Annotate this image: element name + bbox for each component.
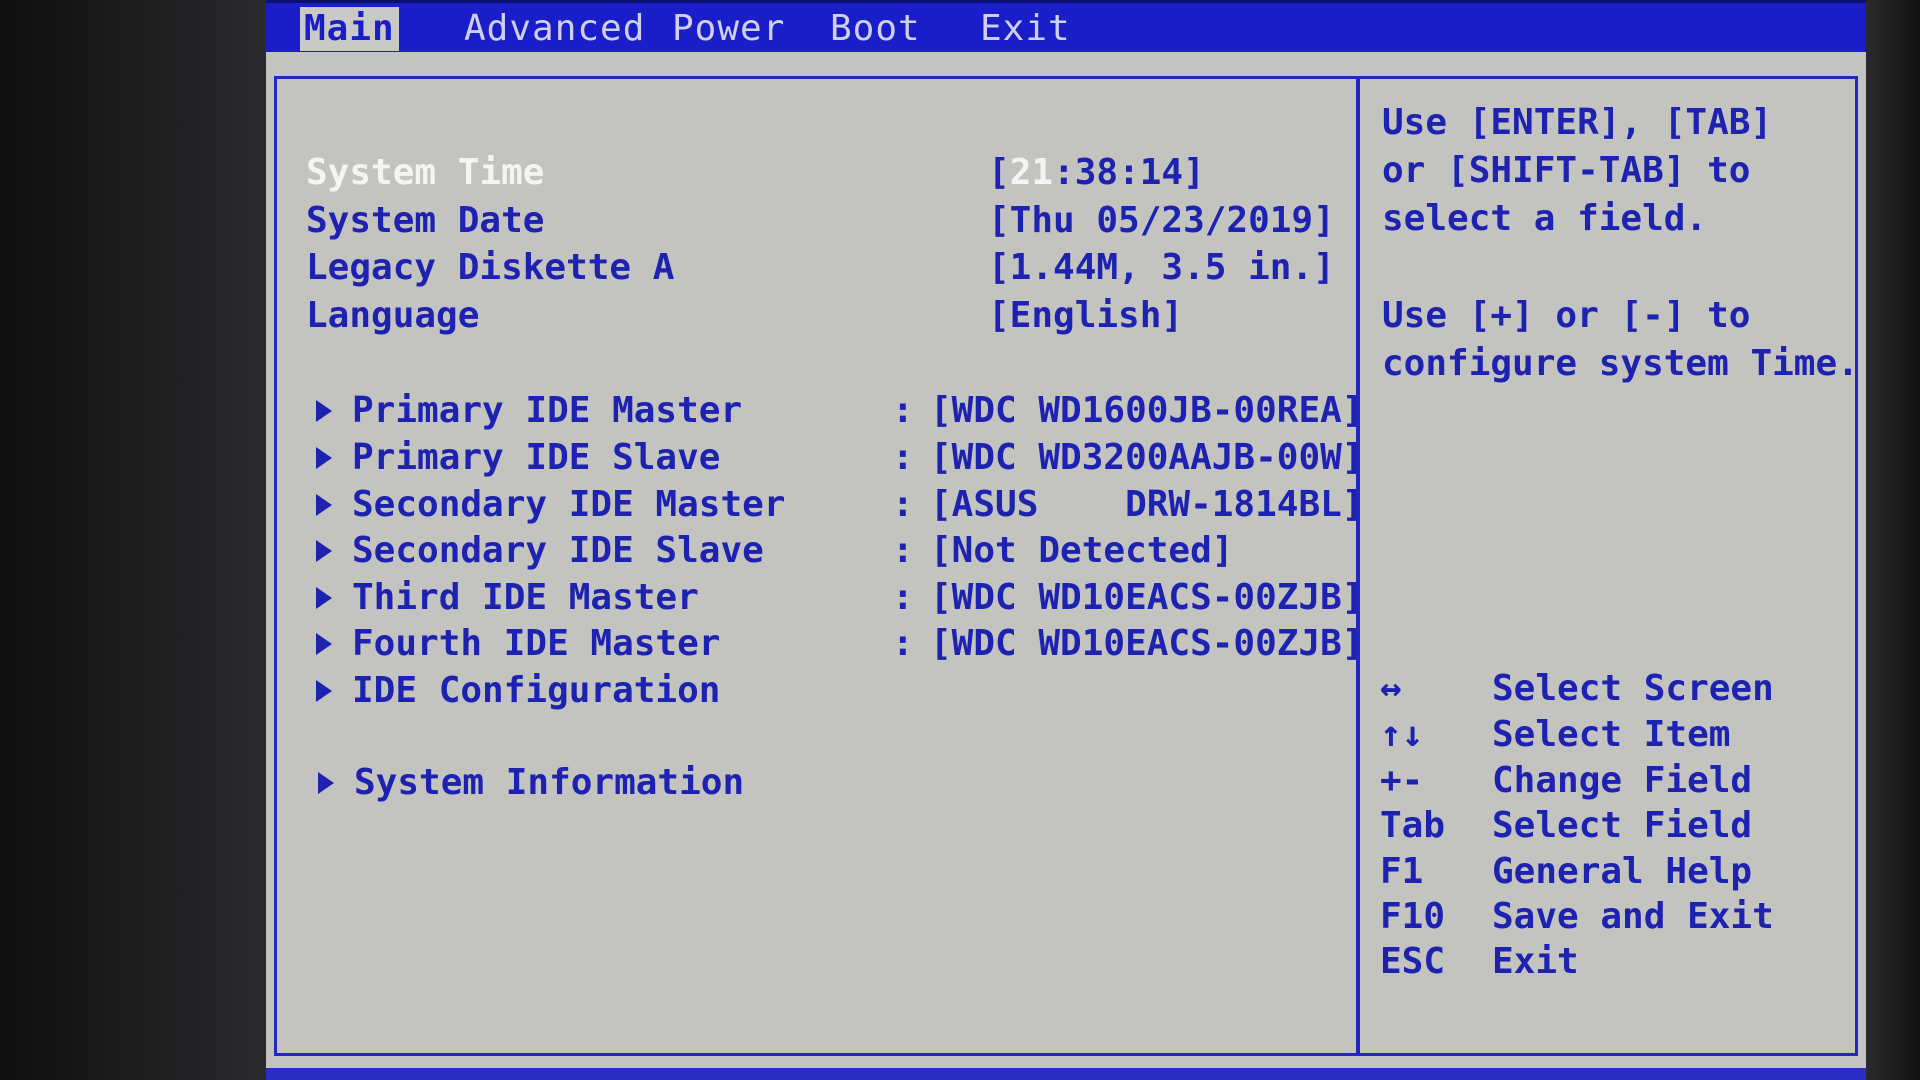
primary-ide-master-value: [WDC WD1600JB-00REA]: [930, 390, 1364, 431]
submenu-secondary-ide-master[interactable]: Secondary IDE Master: [352, 484, 785, 525]
setting-system-time[interactable]: System Time: [306, 152, 544, 193]
language-value[interactable]: [English]: [988, 295, 1183, 336]
help-line: Use [ENTER], [TAB]: [1382, 102, 1773, 143]
submenu-arrow-icon: [316, 633, 332, 655]
tab-main[interactable]: Main: [300, 7, 399, 51]
help-line: or [SHIFT-TAB] to: [1382, 150, 1751, 191]
tab-exit[interactable]: Exit: [976, 7, 1075, 51]
help-panel-divider: [1356, 76, 1360, 1056]
submenu-arrow-icon: [316, 587, 332, 609]
key-desc-general-help: General Help: [1492, 851, 1753, 892]
monitor-bezel-right: [1865, 0, 1920, 1080]
system-date-value[interactable]: [Thu 05/23/2019]: [988, 200, 1335, 241]
key-f1: F1: [1380, 851, 1424, 892]
separator: :: [892, 623, 914, 664]
help-line: select a field.: [1382, 198, 1708, 239]
separator: :: [892, 437, 914, 478]
setting-legacy-diskette[interactable]: Legacy Diskette A: [306, 247, 674, 288]
legacy-diskette-value[interactable]: [1.44M, 3.5 in.]: [988, 247, 1335, 288]
key-desc-select-screen: Select Screen: [1492, 668, 1774, 709]
key-desc-change-field: Change Field: [1492, 760, 1753, 801]
key-f10: F10: [1380, 896, 1446, 937]
help-line: configure system Time.: [1382, 343, 1859, 384]
key-plus-minus: +-: [1380, 760, 1424, 801]
tab-boot[interactable]: Boot: [826, 7, 925, 51]
key-esc: ESC: [1380, 941, 1446, 982]
submenu-arrow-icon: [316, 400, 332, 422]
separator: :: [892, 484, 914, 525]
system-time-rest[interactable]: :38:14]: [1053, 152, 1205, 193]
separator: :: [892, 577, 914, 618]
tab-advanced[interactable]: Advanced: [460, 7, 649, 51]
separator: :: [892, 530, 914, 571]
key-desc-select-item: Select Item: [1492, 714, 1731, 755]
bios-menu-bar: Main Advanced Power Boot Exit: [266, 0, 1866, 52]
system-time-hour[interactable]: 21: [1010, 152, 1053, 193]
setting-system-date[interactable]: System Date: [306, 200, 544, 241]
submenu-arrow-icon: [316, 540, 332, 562]
bottom-status-bar: [266, 1068, 1866, 1080]
monitor-bezel-left: [0, 0, 268, 1080]
key-desc-save-and-exit: Save and Exit: [1492, 896, 1774, 937]
submenu-arrow-icon: [318, 772, 334, 794]
submenu-fourth-ide-master[interactable]: Fourth IDE Master: [352, 623, 720, 664]
secondary-ide-master-value: [ASUS DRW-1814BL]: [930, 484, 1364, 525]
help-line: Use [+] or [-] to: [1382, 295, 1751, 336]
submenu-arrow-icon: [316, 680, 332, 702]
key-tab: Tab: [1380, 805, 1446, 846]
separator: :: [892, 390, 914, 431]
tab-power[interactable]: Power: [668, 7, 789, 51]
secondary-ide-slave-value: [Not Detected]: [930, 530, 1234, 571]
bracket-open: [: [988, 152, 1010, 193]
system-time-value[interactable]: [21:38:14]: [988, 152, 1205, 193]
submenu-third-ide-master[interactable]: Third IDE Master: [352, 577, 699, 618]
arrows-up-down-icon: ↑↓: [1380, 714, 1424, 755]
fourth-ide-master-value: [WDC WD10EACS-00ZJB]: [930, 623, 1364, 664]
primary-ide-slave-value: [WDC WD3200AAJB-00W]: [930, 437, 1364, 478]
setting-language[interactable]: Language: [306, 295, 479, 336]
submenu-primary-ide-slave[interactable]: Primary IDE Slave: [352, 437, 720, 478]
submenu-ide-configuration[interactable]: IDE Configuration: [352, 670, 720, 711]
submenu-arrow-icon: [316, 447, 332, 469]
submenu-primary-ide-master[interactable]: Primary IDE Master: [352, 390, 742, 431]
bios-screen: Main Advanced Power Boot Exit System Tim…: [266, 0, 1866, 1080]
key-desc-select-field: Select Field: [1492, 805, 1753, 846]
key-desc-exit: Exit: [1492, 941, 1579, 982]
submenu-arrow-icon: [316, 494, 332, 516]
third-ide-master-value: [WDC WD10EACS-00ZJB]: [930, 577, 1364, 618]
submenu-secondary-ide-slave[interactable]: Secondary IDE Slave: [352, 530, 764, 571]
submenu-system-information[interactable]: System Information: [354, 762, 744, 803]
arrows-left-right-icon: ↔: [1380, 668, 1402, 709]
